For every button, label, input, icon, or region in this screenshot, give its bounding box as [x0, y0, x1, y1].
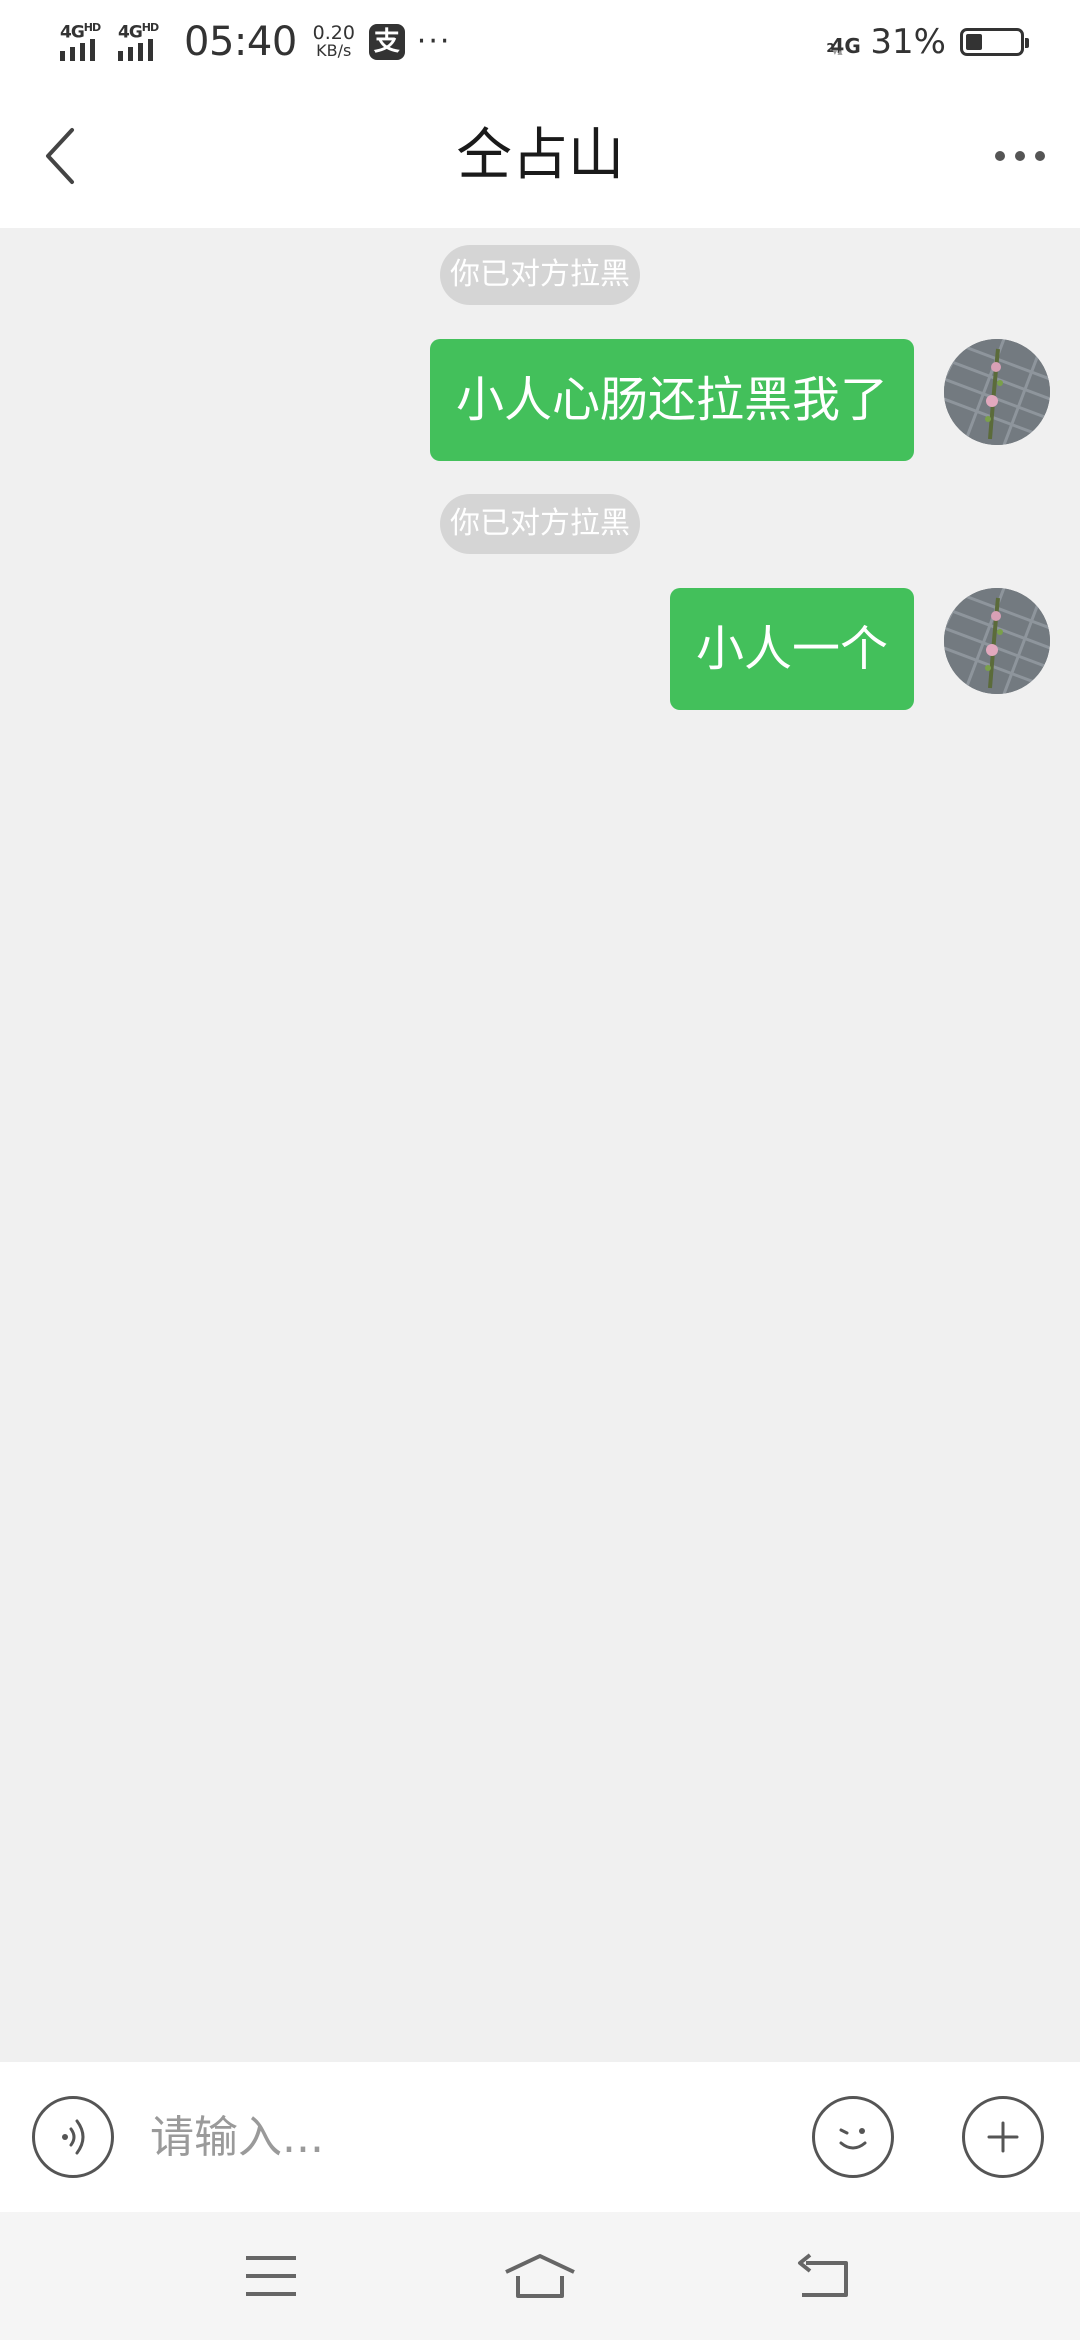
- voice-input-button[interactable]: [32, 2096, 114, 2178]
- avatar[interactable]: [944, 339, 1050, 445]
- more-dots-icon: [995, 151, 1005, 161]
- system-navigation-bar: [0, 2212, 1080, 2340]
- message-input[interactable]: [150, 2092, 790, 2182]
- home-button[interactable]: [490, 2232, 590, 2320]
- menu-icon: [246, 2256, 296, 2296]
- add-attachment-button[interactable]: [962, 2096, 1044, 2178]
- network-4g-icon: 4G 2 ▾▴: [826, 34, 861, 58]
- chat-title: 仝占山: [456, 123, 624, 188]
- network-speed: 0.20 KB/s: [312, 22, 355, 60]
- back-nav-button[interactable]: [772, 2232, 872, 2320]
- sim2-signal-icon: 4GHD: [116, 19, 166, 65]
- system-notice: 你已对方拉黑: [440, 245, 640, 305]
- emoji-icon: [839, 2128, 867, 2150]
- status-right: 4G 2 ▾▴ 31%: [822, 14, 1029, 70]
- battery-icon: [960, 28, 1029, 56]
- message-bubble[interactable]: 小人心肠还拉黑我了: [429, 339, 914, 461]
- system-notice: 你已对方拉黑: [440, 494, 640, 554]
- home-icon: [505, 2254, 575, 2298]
- battery-percent: 31%: [870, 22, 946, 62]
- sim1-signal-icon: 4GHD: [58, 19, 108, 65]
- more-notifications-icon: ···: [416, 24, 452, 59]
- emoji-button[interactable]: [812, 2096, 894, 2178]
- alipay-icon: 支: [368, 24, 405, 60]
- chat-header: 仝占山: [0, 84, 1080, 228]
- message-bubble[interactable]: 小人一个: [669, 588, 914, 710]
- avatar[interactable]: [944, 588, 1050, 694]
- back-icon: [798, 2253, 848, 2297]
- more-options-button[interactable]: [980, 124, 1060, 188]
- status-left: 4GHD 4GHD 05:40 0.20 KB/s 支 ···: [58, 14, 451, 70]
- status-time: 05:40: [184, 19, 297, 65]
- status-bar: 4GHD 4GHD 05:40 0.20 KB/s 支 ··· 4G 2 ▾▴ 3…: [0, 0, 1080, 84]
- plus-icon: [987, 2121, 1019, 2153]
- recent-apps-button[interactable]: [221, 2232, 321, 2320]
- message-row-outgoing: 小人心肠还拉黑我了: [429, 339, 1050, 461]
- message-input-bar: [0, 2062, 1080, 2212]
- chat-messages[interactable]: 你已对方拉黑 小人心肠还拉黑我了 你已对方拉黑 小人一个: [0, 228, 1080, 2062]
- voice-icon: [62, 2119, 85, 2155]
- message-row-outgoing: 小人一个: [669, 588, 1050, 710]
